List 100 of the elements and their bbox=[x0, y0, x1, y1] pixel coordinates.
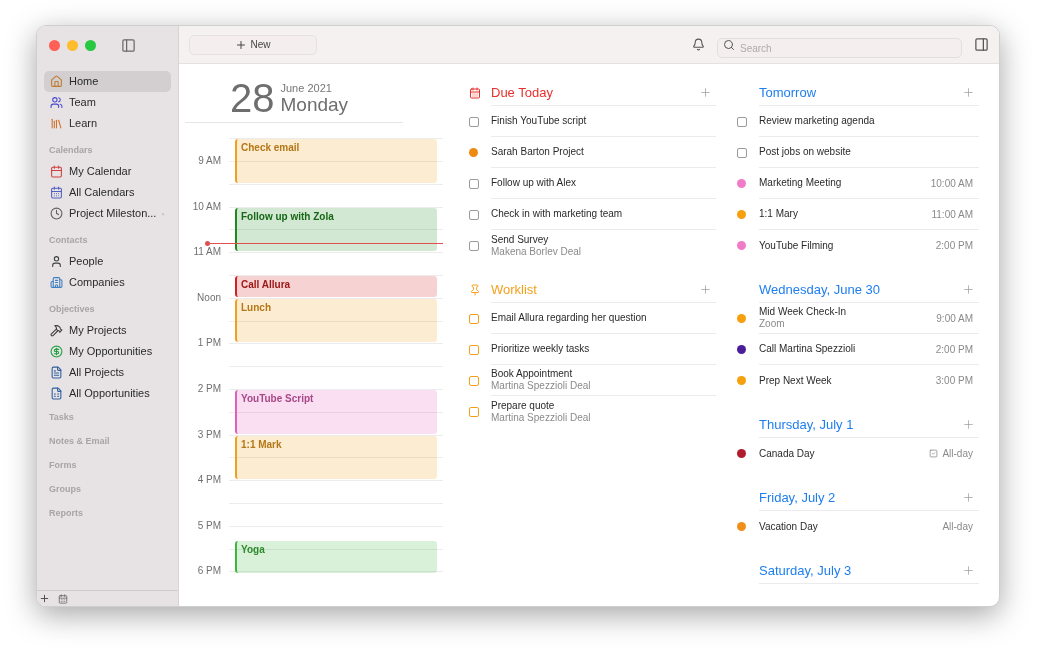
sidebar-item[interactable]: All Opportunities bbox=[44, 383, 171, 404]
hour-label: 2 PM bbox=[197, 383, 221, 396]
calendar-event[interactable]: Yoga bbox=[235, 540, 437, 573]
hour-label: 5 PM bbox=[197, 519, 221, 532]
item-title: Follow up with Alex bbox=[491, 177, 578, 189]
item-title: Book Appointment bbox=[491, 368, 574, 380]
hour-label: 1 PM bbox=[197, 337, 221, 350]
person-icon bbox=[50, 255, 63, 268]
section-title: Worklist bbox=[491, 280, 538, 299]
plus-icon bbox=[235, 38, 248, 51]
sidebar-item[interactable]: Companies bbox=[44, 272, 171, 293]
checkbox[interactable] bbox=[469, 116, 479, 127]
item-title: Call Martina Spezzioli bbox=[759, 343, 857, 355]
sidebar-item[interactable]: Project Mileston... bbox=[44, 203, 171, 224]
item-subtitle: Zoom bbox=[759, 318, 786, 330]
checkbox[interactable] bbox=[469, 344, 479, 355]
inspector-toggle-icon[interactable] bbox=[974, 37, 989, 52]
item-subtitle: Martina Spezzioli Deal bbox=[491, 411, 592, 424]
calendar-event[interactable]: Follow up with Zola bbox=[235, 207, 437, 252]
checkbox[interactable] bbox=[469, 313, 479, 324]
item-time: 9:00 AM bbox=[936, 311, 973, 326]
sidebar-item[interactable]: My Projects bbox=[44, 320, 171, 341]
hour-label: 6 PM bbox=[197, 565, 221, 578]
item-title: Email Allura regarding her question bbox=[491, 312, 648, 324]
calendar-event[interactable]: YouTube Script bbox=[235, 390, 437, 434]
calendar-event[interactable]: Call Allura bbox=[235, 276, 437, 297]
learn-icon bbox=[50, 117, 63, 130]
minimize-window-button[interactable] bbox=[67, 39, 78, 51]
calendar-icon bbox=[50, 165, 63, 178]
search-field[interactable]: Search bbox=[717, 38, 962, 58]
item-title: Post jobs on website bbox=[759, 146, 852, 158]
sidebar-item[interactable]: My Opportunities bbox=[44, 341, 171, 362]
checkbox[interactable] bbox=[469, 178, 479, 189]
item-title: Marketing Meeting bbox=[759, 177, 843, 189]
sidebar-item[interactable]: Learn bbox=[44, 113, 171, 134]
item-time: 10:00 AM bbox=[930, 176, 973, 191]
item-title: Check in with marketing team bbox=[491, 208, 624, 220]
calendar-icon bbox=[469, 87, 481, 99]
calendar-event[interactable]: Lunch bbox=[235, 298, 437, 343]
hour-label: 3 PM bbox=[197, 428, 221, 441]
checkbox[interactable] bbox=[469, 406, 479, 417]
search-icon bbox=[723, 38, 735, 51]
sidebar-item[interactable]: Team bbox=[44, 92, 171, 113]
checkbox[interactable] bbox=[737, 147, 747, 158]
month-year: June 2021 bbox=[280, 82, 333, 94]
item-title: YouTube Filming bbox=[759, 239, 835, 252]
section-title: Friday, July 2 bbox=[759, 488, 837, 507]
dollar-icon bbox=[50, 345, 63, 358]
section-title: Due Today bbox=[491, 83, 554, 102]
item-time: 2:00 PM bbox=[935, 239, 973, 253]
section-title: Tomorrow bbox=[759, 83, 818, 102]
item-title: Prepare quote bbox=[491, 399, 556, 412]
building-icon bbox=[50, 276, 63, 289]
item-title: Review marketing agenda bbox=[759, 115, 876, 127]
add-icon[interactable] bbox=[39, 593, 50, 604]
calendar-event[interactable]: Check email bbox=[235, 139, 437, 183]
checkbox[interactable] bbox=[469, 375, 479, 386]
item-title: Prioritize weekly tasks bbox=[491, 343, 591, 355]
item-subtitle: Makena Borlev Deal bbox=[491, 245, 583, 258]
hour-label: Noon bbox=[197, 291, 221, 304]
hour-label: 10 AM bbox=[192, 200, 221, 213]
checkbox[interactable] bbox=[469, 209, 479, 220]
item-subtitle: Martina Spezzioli Deal bbox=[491, 380, 592, 392]
team-icon bbox=[50, 96, 63, 109]
new-button[interactable]: New bbox=[189, 34, 317, 55]
item-title: Send Survey bbox=[491, 233, 550, 246]
item-title: Canada Day bbox=[759, 447, 816, 460]
calendar-event[interactable]: 1:1 Mark bbox=[235, 435, 437, 480]
section-title: Wednesday, June 30 bbox=[759, 280, 881, 299]
pin-icon bbox=[469, 284, 481, 296]
item-title: Finish YouTube script bbox=[491, 115, 588, 127]
weekday: Monday bbox=[280, 94, 349, 116]
item-time: All-day bbox=[942, 447, 973, 461]
home-icon bbox=[50, 75, 63, 88]
sidebar-item[interactable]: Home bbox=[44, 71, 171, 92]
item-title: Prep Next Week bbox=[759, 374, 833, 387]
zoom-window-button[interactable] bbox=[85, 39, 96, 51]
sidebar-toggle-icon[interactable] bbox=[121, 37, 136, 53]
sidebar-item[interactable]: All Projects bbox=[44, 362, 171, 383]
hammer-icon bbox=[50, 324, 63, 337]
calendar-icon[interactable] bbox=[58, 593, 68, 604]
item-time: 11:00 AM bbox=[931, 207, 973, 222]
checkbox[interactable] bbox=[737, 116, 747, 127]
projects-icon bbox=[50, 366, 63, 379]
hour-label: 9 AM bbox=[198, 155, 221, 168]
item-title: Mid Week Check-In bbox=[759, 306, 848, 318]
milestone-icon bbox=[50, 207, 63, 220]
close-window-button[interactable] bbox=[49, 39, 60, 51]
section-title: Thursday, July 1 bbox=[759, 415, 855, 434]
sidebar-item[interactable]: People bbox=[44, 251, 171, 272]
checkbox[interactable] bbox=[469, 240, 479, 251]
item-title: 1:1 Mary bbox=[759, 208, 799, 220]
item-time: 2:00 PM bbox=[935, 342, 973, 357]
sidebar-item[interactable]: My Calendar bbox=[44, 161, 171, 182]
item-time: 3:00 PM bbox=[935, 374, 973, 388]
sidebar-item[interactable]: All Calendars bbox=[44, 182, 171, 203]
item-title: Vacation Day bbox=[759, 520, 819, 533]
opportunities-icon bbox=[50, 387, 63, 400]
notification-icon[interactable] bbox=[692, 38, 705, 51]
item-title: Sarah Barton Project bbox=[491, 146, 585, 158]
